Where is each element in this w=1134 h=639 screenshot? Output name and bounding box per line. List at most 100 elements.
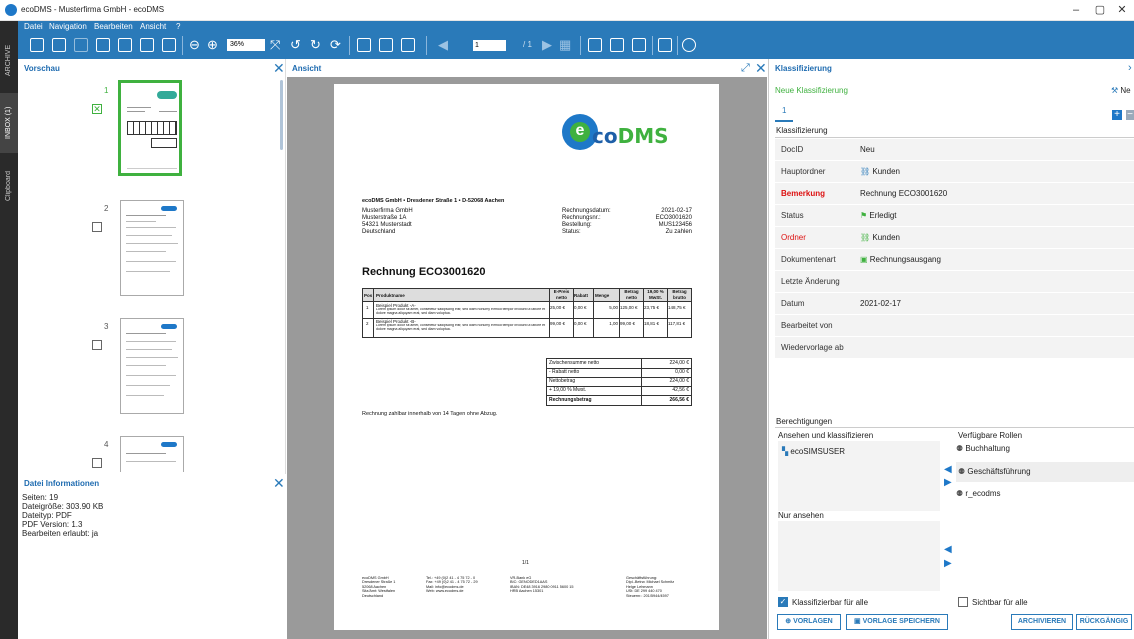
- merge-icon[interactable]: [118, 38, 132, 52]
- totals-value: 42,56 €: [672, 387, 689, 393]
- menu-datei[interactable]: Datei: [24, 21, 43, 32]
- thumbnail-page-4[interactable]: [120, 436, 184, 472]
- field-bemerkung[interactable]: Bemerkung Rechnung ECO3001620: [775, 183, 1134, 205]
- remove-tab-icon[interactable]: −: [1126, 110, 1134, 120]
- page-input[interactable]: 1: [473, 40, 506, 51]
- field-docid[interactable]: DocID Neu: [775, 139, 1134, 161]
- folder-icon: ⛓: [860, 167, 873, 176]
- new-classification-label[interactable]: Neue Klassifizierung: [775, 86, 848, 95]
- menu-help[interactable]: ?: [176, 21, 180, 32]
- thumbnail-page-1[interactable]: [118, 80, 182, 176]
- save-template-button[interactable]: ▣ VORLAGE SPEICHERN: [846, 614, 948, 630]
- tab-archive[interactable]: ARCHIVE: [0, 35, 18, 85]
- document-info-icon[interactable]: [401, 38, 415, 52]
- role-item[interactable]: ⚉ r_ecodms: [956, 489, 1001, 498]
- preview-title: Vorschau: [24, 64, 60, 73]
- role-item-selected[interactable]: ⚉ Geschäftsführung: [956, 462, 1134, 482]
- rotate-left-icon[interactable]: ↺: [290, 37, 301, 53]
- list-item[interactable]: ▚ ecoSIMSUSER: [782, 447, 845, 456]
- save-icon: ▣: [854, 618, 863, 625]
- undo-button[interactable]: RÜCKGÄNGIG: [1076, 614, 1132, 630]
- close-view-icon[interactable]: ✕: [755, 61, 767, 75]
- thumbnail-checkbox[interactable]: [92, 222, 102, 232]
- classification-tab[interactable]: 1: [782, 106, 786, 115]
- split-icon[interactable]: [96, 38, 110, 52]
- field-letzte-aenderung[interactable]: Letzte Änderung: [775, 271, 1134, 293]
- field-dokumentenart[interactable]: Dokumentenart ▣ Rechnungsausgang: [775, 249, 1134, 271]
- close-preview-icon[interactable]: ✕: [273, 61, 285, 75]
- menu-navigation[interactable]: Navigation: [49, 21, 87, 32]
- menu-bearbeiten[interactable]: Bearbeiten: [94, 21, 133, 32]
- field-bearbeitet-von[interactable]: Bearbeitet von: [775, 315, 1134, 337]
- view-classify-list[interactable]: ▚ ecoSIMSUSER: [778, 441, 940, 511]
- thumbnail-checkbox[interactable]: [92, 340, 102, 350]
- target-icon[interactable]: [682, 38, 696, 52]
- close-file-info-icon[interactable]: ✕: [273, 476, 285, 490]
- field-wiedervorlage[interactable]: Wiedervorlage ab: [775, 337, 1134, 359]
- thumbnail-checkbox[interactable]: [92, 458, 102, 468]
- zoom-in-icon[interactable]: ⊕: [207, 37, 218, 53]
- thumbnail-page-3[interactable]: [120, 318, 184, 414]
- detach-icon[interactable]: ⤢: [741, 62, 750, 74]
- move-right-icon[interactable]: ▶: [944, 477, 952, 488]
- save-icon[interactable]: [30, 38, 44, 52]
- classifiable-all-checkbox[interactable]: ✓: [778, 597, 788, 607]
- move-left-icon[interactable]: ◀: [944, 464, 952, 475]
- next-page-icon[interactable]: ▶: [542, 37, 552, 53]
- thumbnail-page-2[interactable]: [120, 200, 184, 296]
- view-only-list[interactable]: [778, 521, 940, 591]
- visible-all-checkbox[interactable]: [958, 597, 968, 607]
- prev-page-icon[interactable]: ◀: [438, 37, 448, 53]
- page-rotate-icon[interactable]: [588, 38, 602, 52]
- rotate-right-icon[interactable]: ↻: [310, 37, 321, 53]
- field-value: 2021-02-17: [860, 299, 901, 308]
- table-header: Pos: [364, 293, 373, 298]
- ecodms-logo-text: coDMS: [592, 124, 669, 148]
- grid-icon[interactable]: ▦: [559, 37, 571, 53]
- footer-column: VR-Bank eG BIC: GENODED1AAS IBAN: DE48 3…: [510, 576, 574, 594]
- classification-section-title: Klassifizierung: [776, 126, 828, 135]
- classification-title: Klassifizierung: [775, 64, 832, 73]
- templates-icon: ⊕: [785, 618, 794, 625]
- field-ordner[interactable]: Ordner ⛓ Kunden: [775, 227, 1134, 249]
- tab-clipboard[interactable]: Clipboard: [0, 161, 18, 211]
- toolbar-separator: [677, 36, 678, 55]
- role-item[interactable]: ⚉ Buchhaltung: [956, 444, 1010, 453]
- meta-label: Status:: [562, 229, 581, 235]
- zoom-input[interactable]: 36%: [227, 39, 265, 51]
- new-button[interactable]: ⚒ Ne: [1111, 86, 1131, 95]
- move-right-icon[interactable]: ▶: [944, 558, 952, 569]
- close-window-button[interactable]: ✕: [1108, 2, 1134, 19]
- archive-button[interactable]: ARCHIVIEREN: [1011, 614, 1073, 630]
- move-left-icon[interactable]: ◀: [944, 544, 952, 555]
- field-datum[interactable]: Datum 2021-02-17: [775, 293, 1134, 315]
- templates-button[interactable]: ⊕ VORLAGEN: [777, 614, 841, 630]
- thumbnail-number: 3: [104, 322, 109, 331]
- field-value: Neu: [860, 145, 875, 154]
- export-icon[interactable]: [162, 38, 176, 52]
- add-document-icon[interactable]: [379, 38, 393, 52]
- lock-icon[interactable]: [658, 38, 672, 52]
- menu-ansicht[interactable]: Ansicht: [140, 21, 166, 32]
- page-number: 1/1: [522, 560, 529, 566]
- ocr-icon[interactable]: [140, 38, 154, 52]
- payment-note: Rechnung zahlbar innerhalb von 14 Tagen …: [362, 411, 498, 417]
- table-header: Rabatt: [574, 293, 589, 298]
- collapse-classification-icon[interactable]: ›: [1128, 62, 1132, 74]
- email-icon[interactable]: [74, 38, 88, 52]
- thumbnail-checkbox-checked[interactable]: ✕: [92, 104, 102, 114]
- scan-icon[interactable]: [52, 38, 66, 52]
- preview-scrollbar[interactable]: [280, 80, 283, 150]
- toolbar: ⊖ ⊕ 36% ⤧ ↺ ↻ ⟳ ◀ 1 / 1 ▶ ▦: [18, 32, 1134, 59]
- refresh-icon[interactable]: ⟳: [330, 37, 341, 53]
- delete-page-icon[interactable]: [610, 38, 624, 52]
- field-hauptordner[interactable]: Hauptordner ⛓ Kunden: [775, 161, 1134, 183]
- fit-page-icon[interactable]: ⤧: [270, 37, 280, 53]
- zoom-out-icon[interactable]: ⊖: [189, 37, 200, 53]
- bookmark-icon[interactable]: [632, 38, 646, 52]
- field-status[interactable]: Status ⚑ Erledigt: [775, 205, 1134, 227]
- add-tab-icon[interactable]: +: [1112, 110, 1122, 120]
- tab-inbox[interactable]: INBOX (1): [0, 93, 18, 153]
- document-icon[interactable]: [357, 38, 371, 52]
- field-label: Dokumentenart: [781, 255, 836, 264]
